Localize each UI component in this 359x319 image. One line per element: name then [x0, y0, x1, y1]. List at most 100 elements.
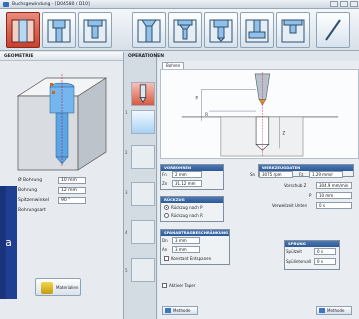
- point-angle-input[interactable]: 90 °: [58, 197, 86, 204]
- spot-face-tool-button[interactable]: [276, 12, 310, 48]
- method-button-right[interactable]: Methode: [316, 306, 352, 315]
- operation-slot[interactable]: [131, 258, 155, 282]
- countersink-icon: [137, 19, 161, 43]
- rinse-time-label: Spülzeit: [286, 249, 302, 254]
- materials-icon: [41, 282, 53, 294]
- operation-number: 3: [125, 190, 128, 195]
- method-label: Methode: [327, 308, 345, 313]
- method-button-left[interactable]: Methode: [162, 306, 198, 315]
- stepped-hole-tool-button[interactable]: [42, 12, 76, 48]
- operation-number: 1: [125, 110, 128, 115]
- feed-z-input[interactable]: 304.9 mm/min: [316, 182, 352, 189]
- drill-diagram: P R Z: [160, 69, 359, 159]
- countersink-tool-button[interactable]: [132, 12, 166, 48]
- minimize-button[interactable]: [330, 1, 338, 7]
- operation-slot[interactable]: [131, 145, 155, 169]
- drill-bit-icon: [139, 84, 147, 104]
- tapered-counterbore-icon: [209, 19, 233, 43]
- method-label: Methode: [173, 308, 191, 313]
- an-label: An: [162, 247, 168, 252]
- retract-to-r-radio[interactable]: [164, 213, 169, 218]
- dwell-input[interactable]: 0 s: [316, 202, 352, 209]
- zn-label: Zn: [162, 181, 168, 186]
- operation-slot-drill[interactable]: [131, 82, 155, 106]
- hole-diameter-input[interactable]: 10 mm: [58, 177, 86, 184]
- field-label: Ø Bohrung: [18, 178, 43, 183]
- z-label: Z: [282, 131, 285, 136]
- counterbore-icon: [83, 19, 107, 43]
- retract-to-p-label: Rückzug nach P: [171, 205, 203, 210]
- diagonal-tool-button[interactable]: [316, 12, 350, 48]
- rinse-time-input[interactable]: 0 s: [314, 248, 336, 255]
- window-title: Buchsgewindung - [D04580 / D10]: [12, 2, 90, 7]
- dn-label: Dn: [162, 238, 168, 243]
- operation-slot[interactable]: [131, 182, 155, 206]
- feed-z-label: Vorschub Z: [284, 183, 307, 188]
- hole-geometry-preview: [16, 74, 108, 171]
- field-row: Bohrung 12 mm: [4, 186, 120, 195]
- tapered-counterbore-tool-button[interactable]: [204, 12, 238, 48]
- an-input[interactable]: 3 mm: [172, 246, 200, 253]
- active-taper-label: Aktiver Taper: [169, 283, 196, 288]
- diagonal-icon: [325, 19, 341, 41]
- stepped-countersink-icon: [173, 19, 197, 43]
- title-bar: Buchsgewindung - [D04580 / D10]: [0, 0, 359, 9]
- t-slot-tool-button[interactable]: [240, 12, 274, 48]
- through-hole-tool-button[interactable]: [6, 12, 40, 48]
- method-icon: [165, 308, 171, 313]
- p-field-label: P: [309, 193, 312, 198]
- field-label: Bohrungsart: [18, 208, 46, 213]
- rinse-interval-label: Spülintervall: [286, 259, 312, 264]
- peck-header: SPRUNG: [285, 241, 339, 247]
- constant-chip-label: Konstant Entspanen: [171, 256, 212, 261]
- feed-input[interactable]: 1.29 mm/r: [309, 171, 343, 178]
- operation-number: 2: [125, 150, 128, 155]
- rinse-interval-input[interactable]: 0 s: [314, 258, 336, 265]
- maximize-button[interactable]: [340, 1, 348, 7]
- retract-to-r-label: Rückzug nach R: [171, 213, 203, 218]
- geometry-fields: Ø Bohrung 10 mm Bohrung 12 mm Spitzenwinke…: [4, 176, 120, 216]
- geometry-header: GEOMETRIE: [0, 52, 123, 61]
- materials-label: Materialien: [56, 285, 79, 290]
- field-row: Bohrungsart: [4, 206, 120, 215]
- fz-label: Fz: [299, 172, 304, 177]
- field-row: Spitzenwinkel 90 °: [4, 196, 120, 205]
- peck-group: SPRUNG: [284, 240, 340, 270]
- field-label: Bohrung: [18, 188, 38, 193]
- active-taper-checkbox[interactable]: [162, 283, 167, 288]
- toolbar: [0, 9, 359, 51]
- hole-depth-input[interactable]: 12 mm: [58, 187, 86, 194]
- retract-to-p-radio[interactable]: [164, 205, 169, 210]
- operation-number: 4: [125, 230, 128, 235]
- fn-input[interactable]: 2 mm: [172, 171, 202, 178]
- constant-chip-checkbox[interactable]: [164, 256, 169, 261]
- sn-label: Sn: [250, 172, 256, 177]
- operation-slot[interactable]: [131, 110, 155, 134]
- stepped-countersink-tool-button[interactable]: [168, 12, 202, 48]
- t-slot-icon: [245, 19, 269, 43]
- close-button[interactable]: [350, 1, 358, 7]
- speed-input[interactable]: 3075 rpm: [259, 171, 293, 178]
- zn-input[interactable]: 31.12 mm: [172, 180, 202, 187]
- dwell-label: Verweilzeit Unten: [272, 203, 308, 208]
- fn-label: Fn: [162, 172, 167, 177]
- geometry-panel: GEOMETRIE Ø Bohrung 10 mm Bohrung 12 mm Sp…: [0, 52, 124, 319]
- app-window: Buchsgewindung - [D04580 / D10] GEOMETRI…: [0, 0, 359, 319]
- r-label: R: [205, 112, 208, 117]
- field-label: Spitzenwinkel: [18, 198, 49, 203]
- operation-slot[interactable]: [131, 220, 155, 244]
- operations-header: OPERATIONEN: [128, 54, 164, 59]
- overlay-letter: a: [5, 236, 12, 249]
- tab-bohren[interactable]: Bohren: [162, 62, 184, 69]
- operation-number: 5: [125, 268, 128, 273]
- materials-button[interactable]: Materialien: [35, 278, 81, 296]
- stepped-hole-icon: [47, 19, 71, 43]
- spot-face-icon: [281, 19, 305, 43]
- app-icon: [3, 2, 9, 7]
- chip-removal-header: SPANABTRAGBESCHRÄNKUNG: [161, 230, 229, 236]
- field-row: Ø Bohrung 10 mm: [4, 176, 120, 185]
- method-icon: [319, 308, 325, 313]
- counterbore-tool-button[interactable]: [78, 12, 112, 48]
- dn-input[interactable]: 3 mm: [172, 237, 200, 244]
- p-input[interactable]: 10 mm: [316, 192, 352, 199]
